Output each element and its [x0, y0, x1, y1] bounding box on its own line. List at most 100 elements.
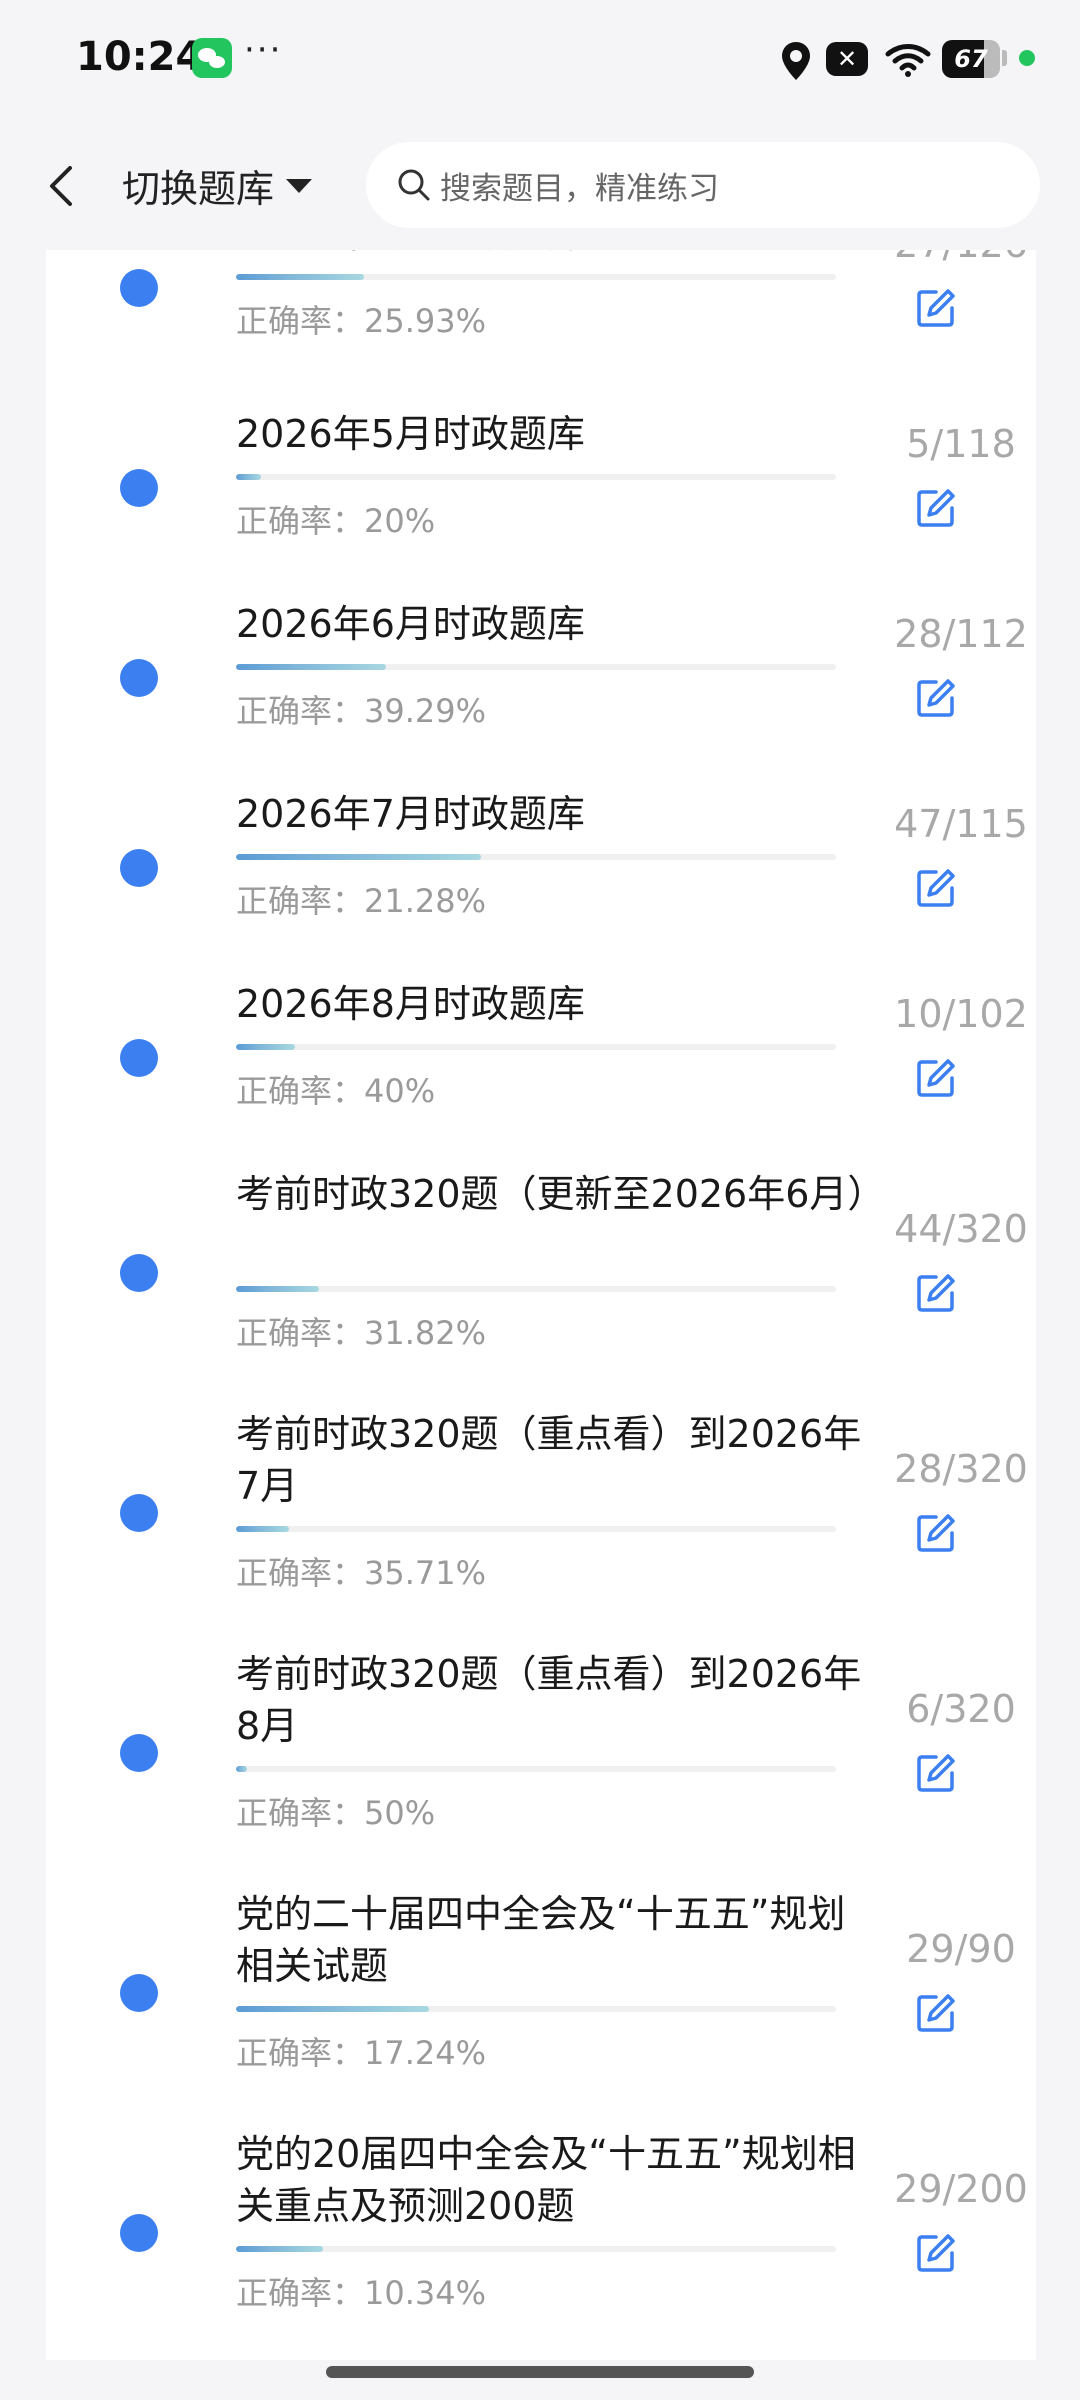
progress-count: 10/102 — [894, 992, 1028, 1036]
list-item[interactable]: 2026年8月时政题库 正确率：40% 10/102 — [46, 960, 1036, 1150]
list-item[interactable]: 党的二十届四中全会及“十五五”规划相关试题正确率：17.24% 29/90 — [46, 1870, 1036, 2110]
switch-bank-dropdown[interactable]: 切换题库 — [122, 158, 313, 213]
progress-fill — [236, 664, 386, 670]
progress-count: 47/115 — [894, 802, 1028, 846]
status-dot — [120, 1734, 158, 1772]
battery-icon: 67 — [942, 40, 1000, 78]
more-notifications-icon: ··· — [244, 30, 283, 70]
switch-bank-label: 切换题库 — [122, 167, 275, 211]
progress-count: 5/118 — [906, 422, 1016, 466]
edit-icon[interactable] — [914, 1056, 958, 1100]
home-indicator[interactable] — [326, 2366, 754, 2378]
edit-icon[interactable] — [914, 1511, 958, 1555]
bank-title: 2026年4月时政题库 — [236, 250, 876, 260]
edit-icon[interactable] — [914, 676, 958, 720]
progress-count: 28/112 — [894, 612, 1028, 656]
progress-track — [236, 2246, 836, 2252]
question-bank-list: 2026年4月时政题库正确率：25.93% 27/126 2026年5月时政题库正确… — [46, 250, 1036, 2360]
progress-fill — [236, 1766, 248, 1772]
back-icon[interactable] — [44, 164, 80, 208]
accuracy-text: 正确率：17.24% — [236, 2034, 487, 2072]
progress-track — [236, 1526, 836, 1532]
header: 切换题库 搜索题目，精准练习 — [0, 120, 1080, 250]
status-dot — [120, 1494, 158, 1532]
edit-icon[interactable] — [914, 286, 958, 330]
status-dot — [120, 469, 158, 507]
bank-title: 党的20届四中全会及“十五五”规划相关重点及预测200题 — [236, 2132, 856, 2228]
accuracy-text: 正确率：21.28% — [236, 882, 487, 920]
accuracy-text: 正确率：20% — [236, 502, 436, 540]
progress-track — [236, 274, 836, 280]
progress-fill — [236, 274, 365, 280]
list-item[interactable]: 2026年7月时政题库正确率：21.28% 47/115 — [46, 770, 1036, 960]
progress-fill — [236, 474, 262, 480]
accuracy-text: 正确率：39.29% — [236, 692, 487, 730]
list-item[interactable]: 考前时政320题（更新至2026年6月） 正确率：31.82% 44/320 — [46, 1150, 1036, 1390]
list-item[interactable]: 2026年6月时政题库正确率：39.29% 28/112 — [46, 580, 1036, 770]
progress-track — [236, 1286, 836, 1292]
charging-dot — [1019, 50, 1035, 66]
edit-icon[interactable] — [914, 1991, 958, 2035]
list-item[interactable]: 2026年4月时政题库正确率：25.93% 27/126 — [46, 250, 1036, 380]
edit-icon[interactable] — [914, 1751, 958, 1795]
progress-count: 6/320 — [906, 1687, 1016, 1731]
progress-fill — [236, 1044, 295, 1050]
progress-fill — [236, 1526, 289, 1532]
progress-track — [236, 474, 836, 480]
edit-icon[interactable] — [914, 2231, 958, 2275]
progress-count: 29/90 — [906, 1927, 1016, 1971]
bank-title: 考前时政320题（重点看）到2026年7月 — [236, 1412, 862, 1508]
accuracy-text: 正确率：31.82% — [236, 1314, 487, 1352]
accuracy-text: 正确率：10.34% — [236, 2274, 487, 2312]
bank-title: 党的二十届四中全会及“十五五”规划相关试题 — [236, 1892, 846, 1988]
wechat-icon — [192, 38, 232, 78]
progress-fill — [236, 854, 482, 860]
bank-title: 2026年6月时政题库 — [236, 602, 585, 646]
status-dot — [120, 1254, 158, 1292]
progress-track — [236, 854, 836, 860]
bank-title: 2026年5月时政题库 — [236, 412, 585, 456]
status-dot — [120, 1974, 158, 2012]
list-item[interactable]: 党的20届四中全会及“十五五”规划相关重点及预测200题正确率：10.34% 29… — [46, 2110, 1036, 2350]
progress-count: 28/320 — [894, 1447, 1028, 1491]
status-dot — [120, 849, 158, 887]
search-icon — [398, 169, 430, 201]
search-placeholder: 搜索题目，精准练习 — [440, 170, 719, 207]
battery-level: 67 — [954, 45, 988, 73]
accuracy-text: 正确率：35.71% — [236, 1554, 487, 1592]
progress-count: 29/200 — [894, 2167, 1028, 2211]
status-dot — [120, 2214, 158, 2252]
progress-count: 27/126 — [866, 250, 1036, 266]
bank-title: 2026年7月时政题库 — [236, 792, 585, 836]
progress-fill — [236, 1286, 319, 1292]
status-dot — [120, 1039, 158, 1077]
list-item[interactable]: 考前时政320题（重点看）到2026年8月正确率：50% 6/320 — [46, 1630, 1036, 1870]
list-item[interactable]: 2026年5月时政题库正确率：20% 5/118 — [46, 390, 1036, 580]
edit-icon[interactable] — [914, 486, 958, 530]
caret-down-icon — [286, 178, 313, 193]
progress-track — [236, 1766, 836, 1772]
edit-icon[interactable] — [914, 866, 958, 910]
bank-title: 考前时政320题（更新至2026年6月） — [236, 1172, 886, 1216]
location-icon — [782, 42, 810, 80]
progress-fill — [236, 2006, 430, 2012]
edit-icon[interactable] — [914, 1271, 958, 1315]
list-item[interactable]: 考前时政320题（重点看）到2026年7月正确率：35.71% 28/320 — [46, 1390, 1036, 1630]
status-dot — [120, 269, 158, 307]
status-dot — [120, 659, 158, 697]
progress-track — [236, 1044, 836, 1050]
progress-track — [236, 664, 836, 670]
accuracy-text: 正确率：25.93% — [236, 302, 487, 340]
status-bar: 10:24 ··· ✕ 67 — [0, 0, 1080, 120]
search-input[interactable]: 搜索题目，精准练习 — [366, 142, 1040, 228]
status-time: 10:24 — [76, 34, 204, 80]
battery-tip — [1002, 50, 1007, 66]
notification-off-icon: ✕ — [826, 42, 868, 76]
accuracy-text: 正确率：50% — [236, 1794, 436, 1832]
progress-count: 44/320 — [894, 1207, 1028, 1251]
bank-title: 2026年8月时政题库 — [236, 982, 585, 1026]
progress-fill — [236, 2246, 323, 2252]
wifi-icon — [885, 44, 931, 77]
progress-track — [236, 2006, 836, 2012]
bank-title: 考前时政320题（重点看）到2026年8月 — [236, 1652, 862, 1748]
